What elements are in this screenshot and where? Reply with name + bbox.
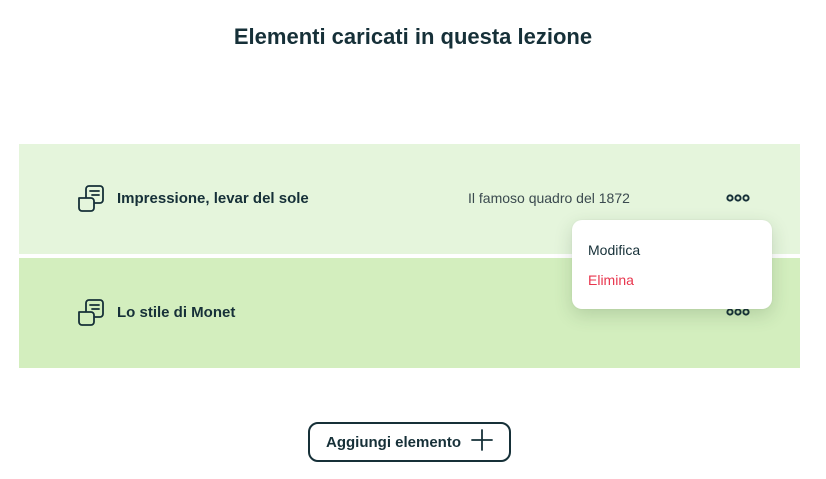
more-options-icon[interactable] [724, 188, 752, 208]
page-title: Elementi caricati in questa lezione [233, 24, 593, 49]
context-menu: Modifica Elimina [572, 220, 772, 309]
item-description: Il famoso quadro del 1872 [468, 190, 630, 206]
add-item-label: Aggiungi elemento [326, 433, 461, 451]
document-stack-icon [76, 184, 106, 214]
item-title: Lo stile di Monet [117, 304, 236, 321]
document-stack-icon [76, 298, 106, 328]
item-title: Impressione, levar del sole [117, 190, 309, 207]
edit-menu-item[interactable]: Modifica [588, 242, 640, 258]
delete-menu-item[interactable]: Elimina [588, 272, 634, 288]
add-item-button[interactable]: Aggiungi elemento [308, 422, 511, 462]
plus-icon [471, 428, 493, 456]
